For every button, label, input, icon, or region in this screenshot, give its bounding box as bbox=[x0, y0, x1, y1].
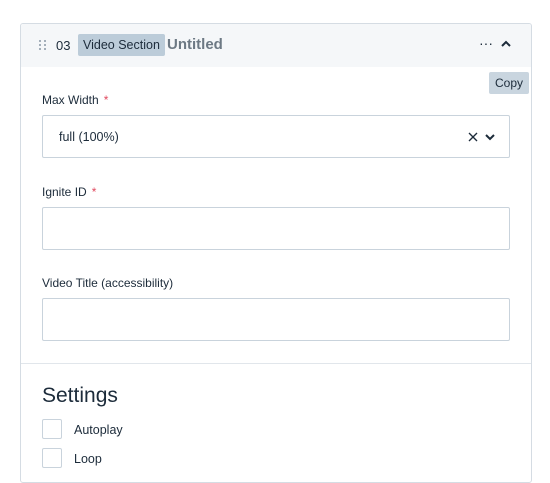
copy-button[interactable]: Copy bbox=[489, 72, 530, 94]
block-title: Untitled bbox=[167, 36, 223, 53]
block-header[interactable]: 03 Video Section Untitled ··· bbox=[21, 24, 531, 67]
loop-checkbox[interactable] bbox=[42, 448, 62, 468]
chevron-up-icon[interactable] bbox=[500, 38, 512, 50]
autoplay-label: Autoplay bbox=[74, 423, 123, 437]
video-title-label: Video Title (accessibility) bbox=[42, 276, 174, 290]
settings-heading: Settings bbox=[42, 384, 118, 407]
close-icon[interactable] bbox=[468, 132, 478, 142]
required-marker: * bbox=[103, 93, 109, 107]
more-horizontal-icon[interactable]: ··· bbox=[479, 35, 493, 51]
max-width-select[interactable]: full (100%) bbox=[42, 115, 510, 158]
drag-handle-icon[interactable] bbox=[39, 40, 47, 50]
section-divider bbox=[21, 363, 531, 364]
autoplay-checkbox[interactable] bbox=[42, 419, 62, 439]
block-type-badge: Video Section bbox=[78, 34, 165, 56]
ignite-id-label: Ignite ID * bbox=[42, 185, 97, 199]
ignite-id-input[interactable] bbox=[42, 207, 510, 250]
max-width-value: full (100%) bbox=[59, 130, 119, 144]
video-section-block: 03 Video Section Untitled ··· Copy Max W… bbox=[20, 23, 532, 483]
max-width-label: Max Width * bbox=[42, 93, 109, 107]
chevron-down-icon[interactable] bbox=[485, 133, 495, 141]
block-number: 03 bbox=[56, 38, 71, 53]
video-title-input[interactable] bbox=[42, 298, 510, 341]
required-marker: * bbox=[91, 185, 97, 199]
loop-label: Loop bbox=[74, 452, 102, 466]
